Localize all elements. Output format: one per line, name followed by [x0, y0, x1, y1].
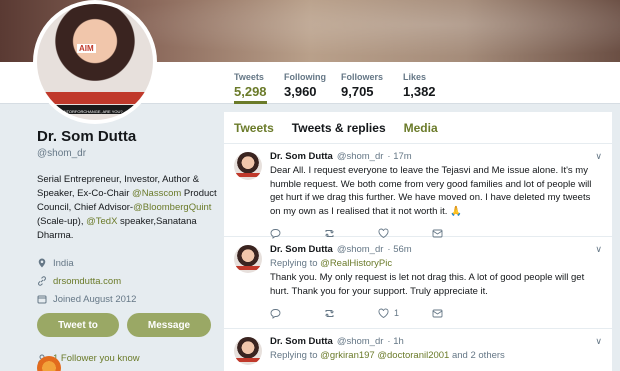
tweet-time[interactable]: · 17m — [387, 151, 411, 162]
profile-card: Dr. Som Dutta @shom_dr Serial Entreprene… — [37, 128, 222, 364]
chevron-down-icon[interactable]: ∨ — [595, 244, 602, 255]
stat-followers[interactable]: Followers 9,705 — [341, 72, 383, 99]
replying-to: Replying to @RealHistoryPic — [270, 258, 602, 269]
timeline-tabs: Tweets Tweets & replies Media — [224, 112, 612, 144]
bio-link-nasscom[interactable]: @Nasscom — [132, 188, 181, 199]
tweet-avatar[interactable] — [234, 337, 262, 365]
replying-to-prefix: Replying to — [270, 350, 321, 361]
replying-to-prefix: Replying to — [270, 258, 321, 269]
chevron-down-icon[interactable]: ∨ — [595, 336, 602, 347]
tweet-author-name[interactable]: Dr. Som Dutta — [270, 151, 333, 162]
timeline: Tweets Tweets & replies Media ∨ Dr. Som … — [224, 112, 612, 371]
website-link[interactable]: drsomdutta.com — [53, 276, 121, 287]
tweet-author-handle[interactable]: @shom_dr — [337, 151, 384, 162]
bio-link-tedx[interactable]: @TedX — [86, 216, 117, 227]
website-row: drsomdutta.com — [37, 273, 222, 289]
calendar-icon — [37, 295, 47, 304]
tab-tweets-and-replies[interactable]: Tweets & replies — [292, 121, 386, 135]
tweet-time[interactable]: · 1h — [387, 336, 403, 347]
tweet-actions: 1 — [270, 306, 602, 320]
profile-actions: Tweet to Message — [37, 313, 222, 337]
avatar-badge: AIM — [77, 44, 96, 53]
location-pin-icon — [38, 258, 46, 268]
like-count: 1 — [394, 308, 400, 318]
replying-to: Replying to @grkiran197 @doctoranil2001 … — [270, 350, 602, 361]
retweet-action[interactable] — [324, 308, 378, 319]
avatar-image: AIM I AM A #MENTORFORCHANGE, ARE YOU? — [37, 4, 153, 120]
stat-label: Likes — [403, 72, 427, 82]
avatar-slogan: I AM A #MENTORFORCHANGE, ARE YOU? — [43, 109, 123, 114]
reply-action[interactable] — [270, 308, 324, 319]
location-row: India — [37, 255, 222, 271]
chevron-down-icon[interactable]: ∨ — [595, 151, 602, 162]
replying-to-link[interactable]: @doctoranil2001 — [377, 350, 449, 361]
joined-text: Joined August 2012 — [53, 293, 137, 305]
tweet[interactable]: ∨ Dr. Som Dutta @shom_dr · 1h Replying t… — [224, 329, 612, 371]
stat-label: Followers — [341, 72, 384, 82]
tweet-avatar[interactable] — [234, 152, 262, 180]
location-text: India — [53, 257, 74, 269]
heart-icon — [378, 308, 389, 318]
tweet-header: Dr. Som Dutta @shom_dr · 56m — [270, 244, 602, 255]
stat-value: 9,705 — [341, 84, 374, 99]
tweet[interactable]: ∨ Dr. Som Dutta @shom_dr · 56m Replying … — [224, 237, 612, 329]
profile-avatar[interactable]: AIM I AM A #MENTORFORCHANGE, ARE YOU? — [33, 0, 157, 124]
reply-icon — [270, 308, 281, 319]
tweet-author-name[interactable]: Dr. Som Dutta — [270, 336, 333, 347]
followers-you-know-text: 1 Follower you know — [53, 353, 140, 364]
stat-tweets[interactable]: Tweets 5,298 — [234, 72, 267, 104]
bio-text: (Scale-up), — [37, 216, 87, 227]
tab-media[interactable]: Media — [404, 121, 438, 135]
link-icon — [38, 276, 46, 286]
followers-you-know[interactable]: 1 Follower you know — [37, 353, 222, 364]
tweet-header: Dr. Som Dutta @shom_dr · 1h — [270, 336, 602, 347]
retweet-icon — [325, 309, 334, 317]
message-action[interactable] — [432, 308, 486, 319]
tweet-author-handle[interactable]: @shom_dr — [337, 244, 384, 255]
replying-to-link[interactable]: @grkiran197 — [320, 350, 375, 361]
stat-following[interactable]: Following 3,960 — [284, 72, 326, 99]
tweet-time[interactable]: · 56m — [387, 244, 411, 255]
stat-value: 1,382 — [403, 84, 436, 99]
stat-value: 5,298 — [234, 84, 267, 99]
joined-row: Joined August 2012 — [37, 291, 222, 307]
profile-bio: Serial Entrepreneur, Investor, Author & … — [37, 173, 222, 243]
envelope-icon — [432, 309, 443, 317]
tweet-to-button[interactable]: Tweet to — [37, 313, 119, 337]
avatar-strip — [37, 92, 153, 104]
profile-handle[interactable]: @shom_dr — [37, 148, 222, 159]
bio-link-bloombergquint[interactable]: @BloombergQuint — [133, 202, 211, 213]
stat-value: 3,960 — [284, 84, 317, 99]
tweet-author-name[interactable]: Dr. Som Dutta — [270, 244, 333, 255]
replying-to-link[interactable]: @RealHistoryPic — [320, 258, 392, 269]
stat-likes[interactable]: Likes 1,382 — [403, 72, 436, 99]
like-action[interactable]: 1 — [378, 308, 432, 319]
stat-label: Following — [284, 72, 326, 82]
tweet-header: Dr. Som Dutta @shom_dr · 17m — [270, 151, 602, 162]
tweet-text: Dear All. I request everyone to leave th… — [270, 165, 592, 217]
tweet-text: Thank you. My only request is let not dr… — [270, 272, 585, 297]
tweet-author-handle[interactable]: @shom_dr — [337, 336, 384, 347]
profile-name[interactable]: Dr. Som Dutta — [37, 128, 222, 145]
replying-to-suffix: and 2 others — [449, 350, 505, 361]
message-button[interactable]: Message — [127, 313, 211, 337]
tweet[interactable]: ∨ Dr. Som Dutta @shom_dr · 17m Dear All.… — [224, 144, 612, 239]
profile-meta: India drsomdutta.com Joined August 2012 — [37, 255, 222, 307]
stat-label: Tweets — [234, 72, 264, 82]
tab-tweets[interactable]: Tweets — [234, 121, 274, 135]
tweet-avatar[interactable] — [234, 245, 262, 273]
